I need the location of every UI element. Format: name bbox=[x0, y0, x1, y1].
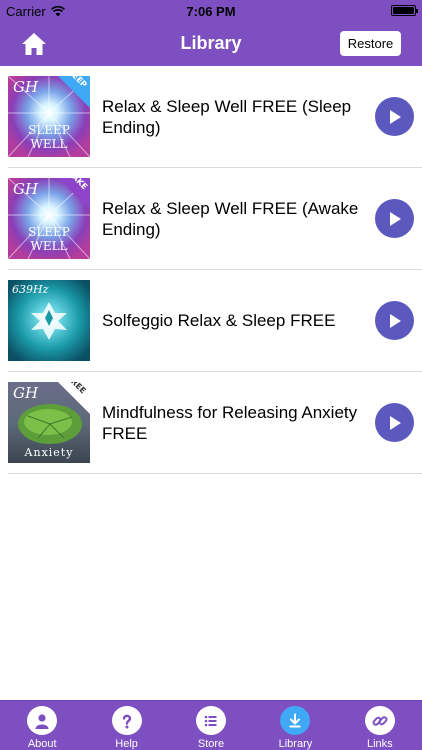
play-button[interactable] bbox=[375, 199, 414, 238]
art-caption: SLEEP WELL bbox=[28, 123, 70, 151]
play-icon bbox=[389, 211, 401, 226]
album-artwork: GH AWAKE SLEEP WELL bbox=[8, 178, 90, 259]
navigation-bar: Library Restore bbox=[0, 22, 422, 66]
home-button[interactable] bbox=[20, 30, 48, 58]
album-artwork: 639Hz bbox=[8, 280, 90, 361]
tab-label: Help bbox=[115, 738, 138, 750]
tab-help[interactable]: Help bbox=[84, 701, 168, 750]
track-title: Solfeggio Relax & Sleep FREE bbox=[102, 311, 336, 330]
person-icon bbox=[27, 706, 58, 735]
download-icon bbox=[280, 706, 311, 735]
track-title: Mindfulness for Releasing Anxiety FREE bbox=[102, 402, 358, 443]
list-item[interactable]: GH FREE Anxiety Mindfulness for Releasin… bbox=[8, 372, 422, 474]
list-icon bbox=[196, 706, 227, 735]
tab-label: Links bbox=[366, 738, 393, 750]
play-button[interactable] bbox=[375, 97, 414, 136]
logo-text: GH bbox=[13, 78, 39, 96]
question-icon bbox=[111, 706, 142, 735]
play-icon bbox=[389, 313, 401, 328]
track-title: Relax & Sleep Well FREE (Sleep Ending) bbox=[102, 96, 352, 137]
album-artwork: GH SLEEP SLEEP WELL bbox=[8, 76, 90, 157]
play-icon bbox=[389, 109, 401, 124]
album-artwork: GH FREE Anxiety bbox=[8, 382, 90, 463]
tab-about[interactable]: About bbox=[0, 701, 84, 750]
play-icon bbox=[389, 415, 401, 430]
status-bar: Carrier 7:06 PM bbox=[0, 0, 422, 22]
home-icon bbox=[22, 33, 46, 55]
track-title: Relax & Sleep Well FREE (Awake Ending) bbox=[102, 198, 359, 239]
status-time: 7:06 PM bbox=[186, 4, 236, 19]
tab-label: About bbox=[27, 738, 57, 750]
art-caption: Anxiety bbox=[24, 446, 74, 459]
play-button[interactable] bbox=[375, 301, 414, 340]
logo-text: GH bbox=[13, 180, 39, 198]
list-item[interactable]: 639Hz Solfeggio Relax & Sleep FREE bbox=[8, 270, 422, 372]
battery-indicator bbox=[391, 5, 418, 16]
restore-button[interactable]: Restore bbox=[340, 31, 401, 56]
logo-text: 639Hz bbox=[12, 283, 49, 296]
battery-icon bbox=[391, 5, 418, 16]
library-list: GH SLEEP SLEEP WELL Relax & Sleep Well F… bbox=[0, 66, 422, 474]
tab-bar: About Help Store Library Links bbox=[0, 700, 422, 750]
list-item[interactable]: GH AWAKE SLEEP WELL Relax & Sleep Well F… bbox=[8, 168, 422, 270]
link-icon bbox=[364, 706, 395, 735]
logo-text: GH bbox=[13, 384, 39, 402]
tab-label: Store bbox=[197, 738, 225, 750]
art-caption: SLEEP WELL bbox=[28, 225, 70, 253]
list-item[interactable]: GH SLEEP SLEEP WELL Relax & Sleep Well F… bbox=[8, 66, 422, 168]
tab-store[interactable]: Store bbox=[169, 701, 253, 750]
tab-library[interactable]: Library bbox=[253, 701, 337, 750]
library-screen: Carrier 7:06 PM Library Restore GH SLEEP… bbox=[0, 0, 422, 750]
tab-label: Library bbox=[278, 738, 313, 750]
tab-links[interactable]: Links bbox=[338, 701, 422, 750]
play-button[interactable] bbox=[375, 403, 414, 442]
